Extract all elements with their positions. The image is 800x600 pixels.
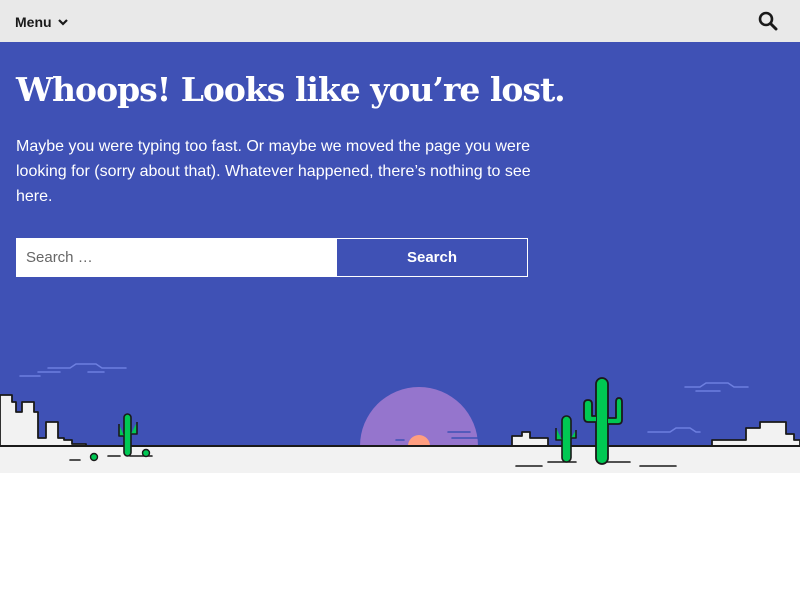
- error-hero: Whoops! Looks like you’re lost. Maybe yo…: [0, 42, 800, 473]
- menu-button[interactable]: Menu: [15, 12, 68, 32]
- left-cliffs: [0, 394, 87, 447]
- search-toggle-button[interactable]: [758, 11, 778, 31]
- ground: [0, 446, 800, 473]
- top-bar: Menu: [0, 0, 800, 42]
- right-cliffs: [511, 431, 549, 447]
- sun-illustration: [360, 387, 479, 446]
- desert-illustration: [0, 363, 800, 473]
- menu-label: Menu: [15, 14, 52, 30]
- search-icon: [758, 11, 778, 31]
- chevron-down-icon: [57, 19, 68, 26]
